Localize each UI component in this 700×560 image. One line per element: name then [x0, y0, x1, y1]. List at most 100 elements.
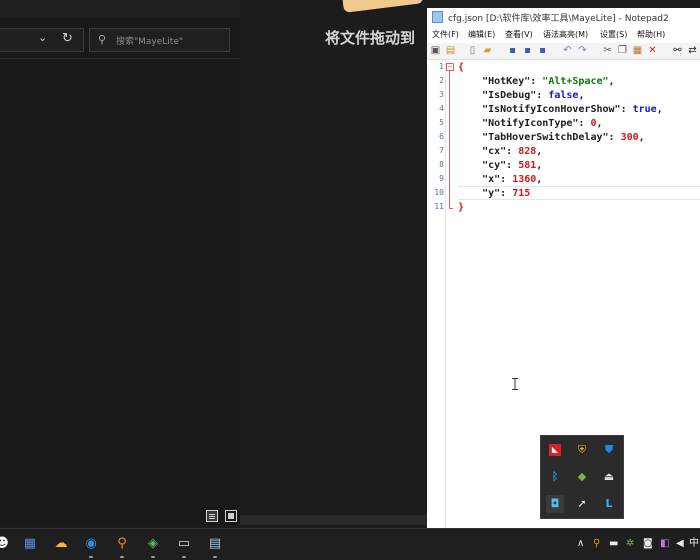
pointer-icon[interactable]: ➚ — [573, 495, 591, 513]
calculator-icon[interactable]: ▦ — [20, 534, 40, 554]
menu-view[interactable]: 查看(V) — [505, 29, 533, 40]
code-token: 300 — [620, 132, 639, 143]
replace-icon[interactable]: ⇄ — [687, 45, 698, 56]
remote-desktop-icon[interactable]: ▭ — [174, 534, 194, 554]
usb-eject-icon[interactable]: ⏏ — [600, 468, 618, 486]
code-token: "y" — [458, 188, 501, 199]
copy-icon[interactable]: ❐ — [617, 45, 628, 56]
app-l-icon[interactable]: L — [600, 495, 618, 513]
line-number: 6 — [439, 132, 444, 141]
undo-icon[interactable]: ↶ — [562, 45, 573, 56]
code-token: : — [506, 146, 519, 157]
menu-help[interactable]: 帮助(H) — [637, 29, 665, 40]
code-line: "IsDebug": false, — [458, 89, 584, 103]
code-token: , — [536, 146, 543, 157]
discord-tray-icon[interactable]: ◙ — [643, 538, 653, 550]
code-line: "HotKey": "Alt+Space", — [458, 75, 614, 89]
window-bottom-bar — [240, 515, 427, 525]
search-icon: ⚲ — [98, 33, 107, 46]
browser-icon[interactable]: ◉ — [81, 534, 101, 554]
wechat-tray-icon[interactable]: ✲ — [626, 538, 634, 550]
shield-icon[interactable]: ⛨ — [573, 441, 591, 459]
line-number: 9 — [439, 174, 444, 183]
menu-bar: 文件(F) 编辑(E) 查看(V) 语法高亮(M) 设置(S) 帮助(H) — [427, 27, 700, 42]
code-token: "IsDebug" — [458, 90, 537, 101]
monitor-tray-icon[interactable]: ▬ — [609, 538, 618, 550]
code-token: , — [536, 160, 543, 171]
browse-icon[interactable]: ▤ — [445, 45, 456, 56]
line-number-gutter: 1 2 3 4 5 6 7 8 9 10 11 — [427, 60, 446, 528]
bluetooth-icon[interactable]: ᛒ — [546, 468, 564, 486]
menu-edit[interactable]: 编辑(E) — [468, 29, 495, 40]
line-number: 2 — [439, 76, 444, 85]
code-token: : — [578, 118, 591, 129]
running-indicator — [213, 556, 217, 558]
delete-icon[interactable]: ✕ — [647, 45, 658, 56]
notepad2-icon — [432, 11, 443, 23]
find-icon[interactable]: ⚯ — [672, 45, 683, 56]
ime-indicator[interactable]: 中 — [689, 538, 699, 550]
chevron-down-icon[interactable]: ⌄ — [38, 31, 47, 44]
menu-file[interactable]: 文件(F) — [432, 29, 459, 40]
app-tray-icon[interactable]: ◧ — [660, 538, 669, 550]
volume-icon[interactable]: ◀ — [676, 538, 684, 550]
code-token: 828 — [518, 146, 537, 157]
code-token: "TabHoverSwitchDelay" — [458, 132, 609, 143]
open-recent-icon[interactable]: ▣ — [430, 45, 441, 56]
amd-icon[interactable]: ◣ — [549, 444, 561, 456]
refresh-icon[interactable]: ↻ — [62, 31, 73, 46]
code-token: : — [506, 160, 519, 171]
search-tool-tray-icon[interactable]: ⚲ — [593, 538, 600, 550]
running-indicator — [182, 556, 186, 558]
new-file-icon[interactable]: ▯ — [467, 45, 478, 56]
details-view-button[interactable] — [206, 510, 218, 522]
code-token: 715 — [512, 188, 531, 199]
desktop-area: 将文件拖动到 — [240, 0, 427, 525]
fold-end — [449, 208, 453, 209]
tray-overflow-popup: ◣ ⛨ ⛊ ᛒ ◆ ⏏ ◘ ➚ L — [540, 435, 624, 519]
search-tool-icon[interactable]: ⚲ — [112, 534, 132, 554]
network-app-icon[interactable]: ◆ — [573, 468, 591, 486]
defender-icon[interactable]: ⛊ — [600, 441, 618, 459]
save-icon[interactable]: ▪ — [507, 45, 518, 56]
weather-icon[interactable]: ☁ — [51, 534, 71, 554]
fold-marker-icon[interactable]: − — [446, 63, 454, 71]
notepad2-icon[interactable]: ▤ — [205, 534, 225, 554]
code-token: , — [638, 132, 645, 143]
file-explorer-window: ⌄ ↻ ⚲ 搜索"MayeLite" — [0, 0, 240, 525]
search-box[interactable]: ⚲ 搜索"MayeLite" — [89, 28, 230, 52]
toolbar: ▣ ▤ ▯ ▰ ▪ ▪ ▪ ↶ ↷ ✂ ❐ ▦ ✕ ⚯ ⇄ — [427, 43, 700, 60]
save-copy-icon[interactable]: ▪ — [537, 45, 548, 56]
network-tool-icon[interactable]: ◈ — [143, 534, 163, 554]
overlay-tab — [342, 0, 424, 13]
menu-syntax[interactable]: 语法高亮(M) — [543, 29, 588, 40]
code-token: "cx" — [458, 146, 507, 157]
cut-icon[interactable]: ✂ — [602, 45, 613, 56]
line-number: 7 — [439, 146, 444, 155]
open-folder-icon[interactable]: ▰ — [482, 45, 493, 56]
paste-icon[interactable]: ▦ — [632, 45, 643, 56]
code-token: , — [578, 90, 585, 101]
running-indicator — [89, 556, 93, 558]
redo-icon[interactable]: ↷ — [577, 45, 588, 56]
save-as-icon[interactable]: ▪ — [522, 45, 533, 56]
search-input[interactable]: 搜索"MayeLite" — [116, 34, 183, 47]
qq-icon[interactable]: ☻ — [0, 534, 12, 554]
code-token: "Alt+Space" — [542, 76, 609, 87]
code-line: "IsNotifyIconHoverShow": true, — [458, 103, 663, 117]
large-icons-view-button[interactable] — [225, 510, 238, 522]
text-cursor-icon — [512, 378, 518, 390]
code-token: "x" — [458, 174, 501, 185]
line-number: 8 — [439, 160, 444, 169]
chevron-up-icon[interactable]: ∧ — [577, 538, 584, 550]
code-token: : — [620, 104, 633, 115]
code-token: : — [536, 90, 549, 101]
code-token: "cy" — [458, 160, 507, 171]
title-bar[interactable]: cfg.json [D:\软件库\效率工具\MayeLite] - Notepa… — [427, 8, 700, 27]
code-line: "y": 715 — [458, 187, 530, 201]
menu-settings[interactable]: 设置(S) — [600, 29, 627, 40]
code-token: 1360 — [512, 174, 537, 185]
code-token: } — [458, 202, 465, 213]
code-line: } — [458, 201, 464, 215]
mayelite-icon[interactable]: ◘ — [546, 495, 564, 513]
